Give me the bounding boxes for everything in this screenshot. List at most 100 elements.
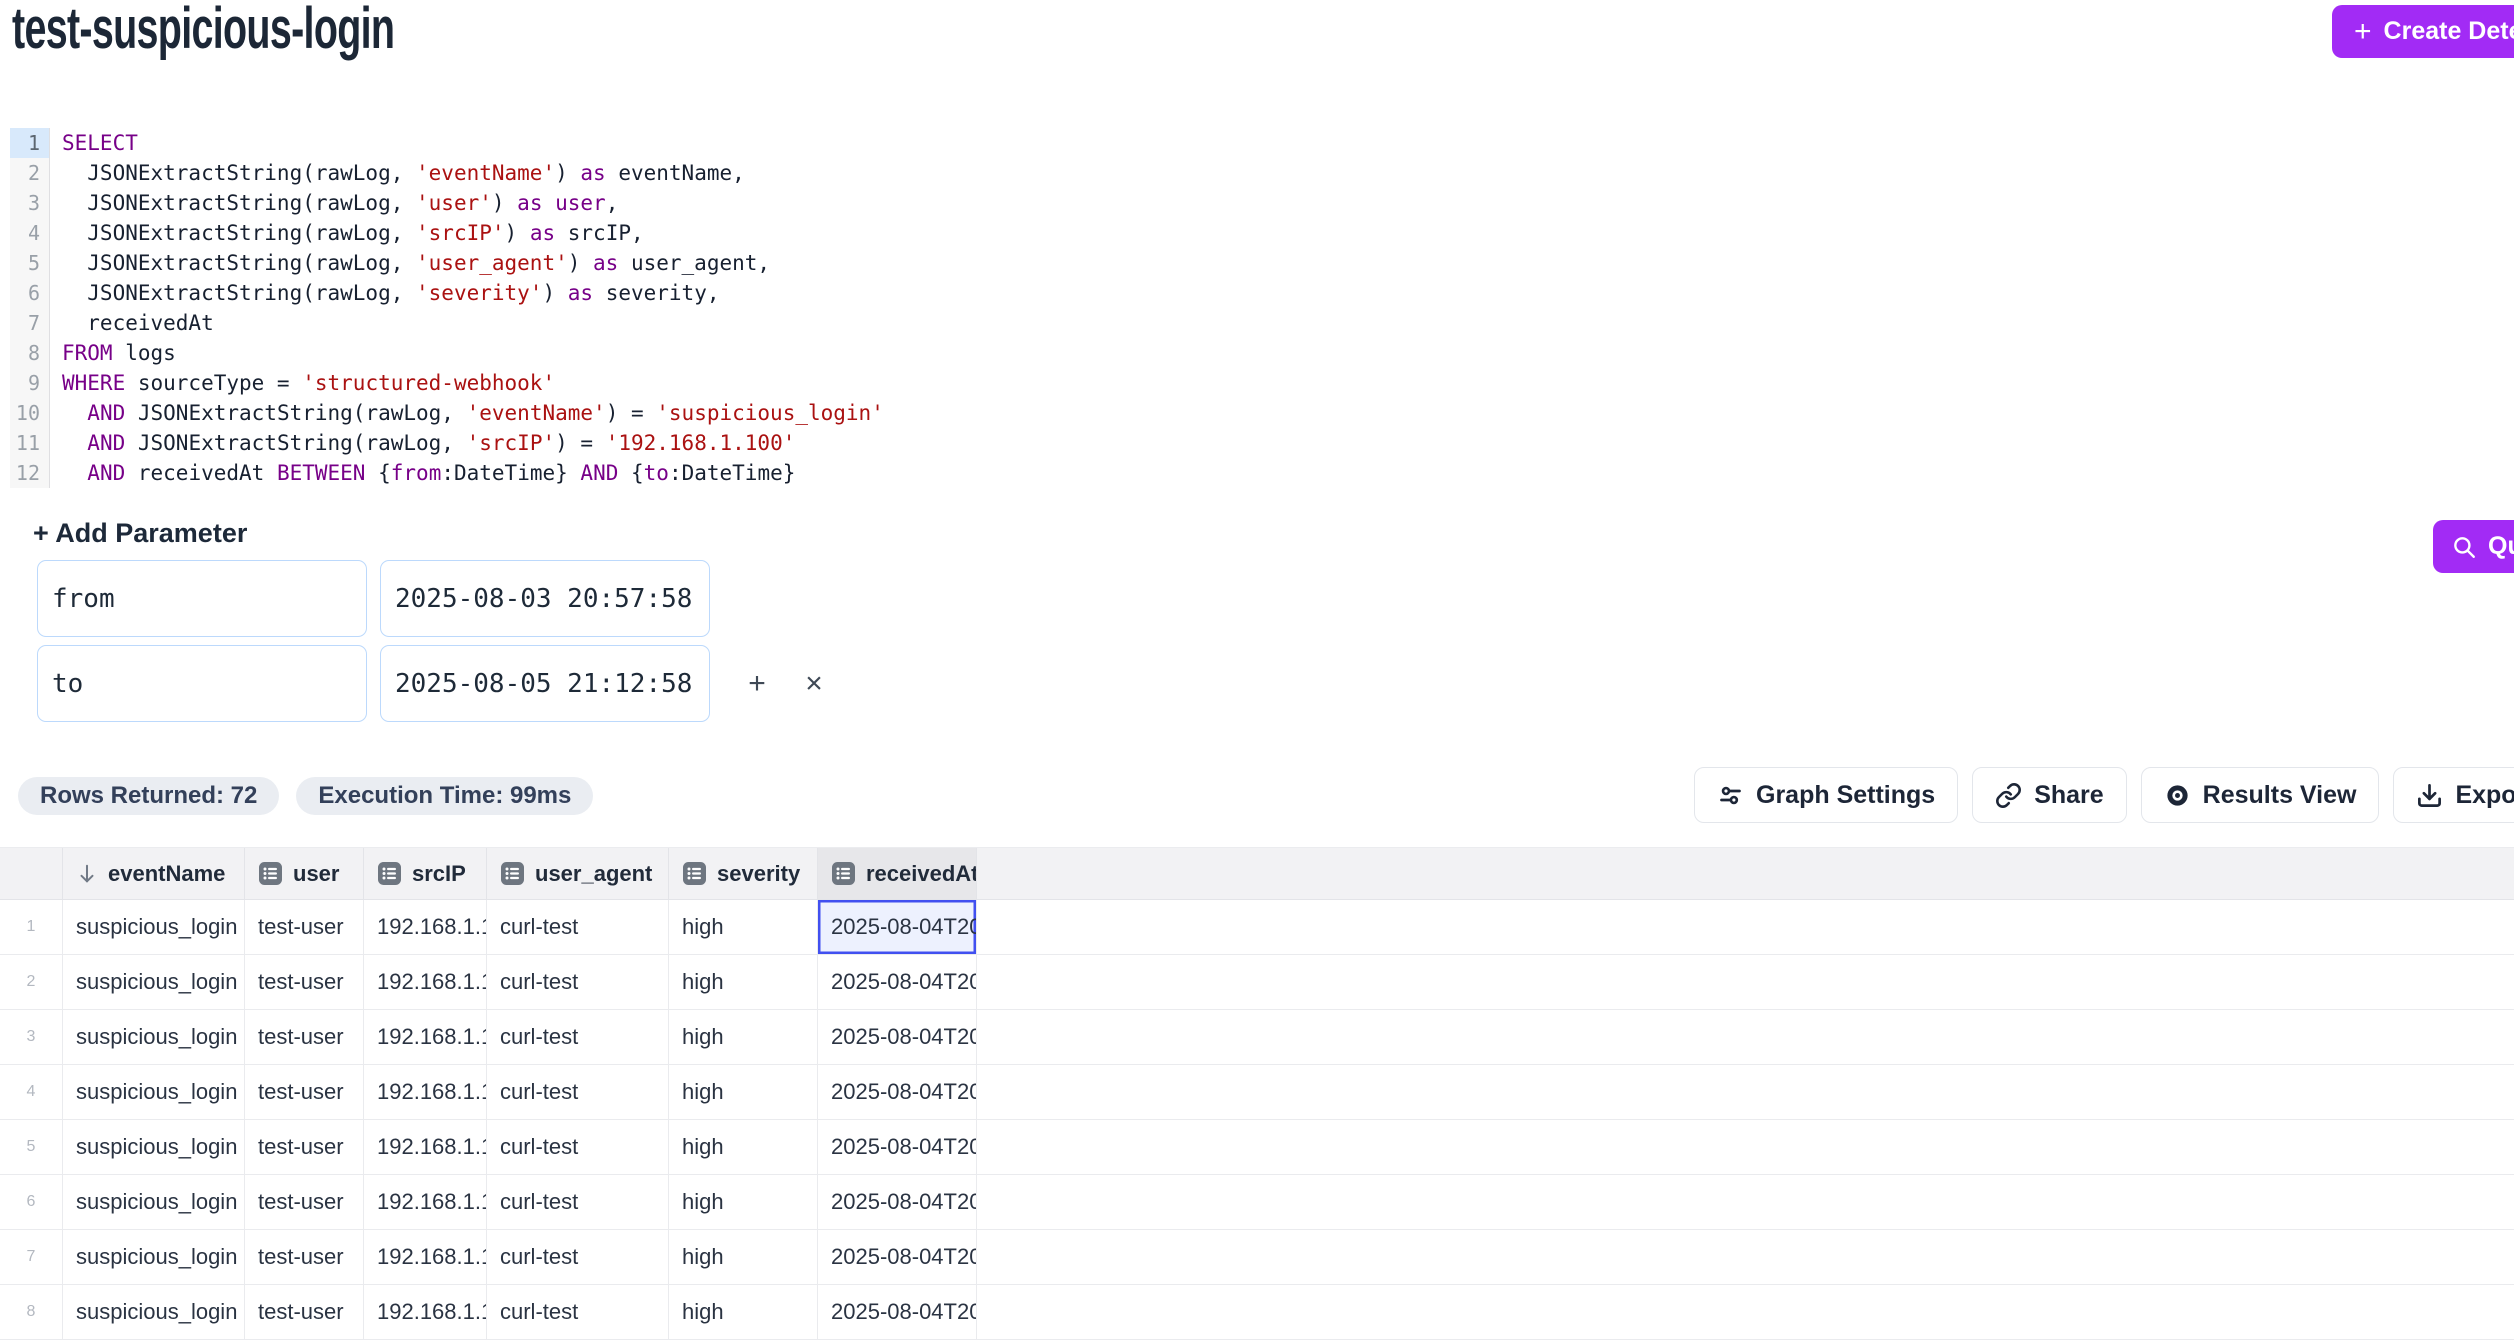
cell-user_agent[interactable]: curl-test [487,1120,669,1174]
cell-receivedAt[interactable]: 2025-08-04T20 [818,1120,977,1174]
cell-receivedAt-selected[interactable]: 2025-08-04T20 [818,900,977,954]
add-parameter-button[interactable]: + Add Parameter [33,518,247,549]
toolbar-button-graph-settings[interactable]: Graph Settings [1694,767,1958,823]
cell-srcIP[interactable]: 192.168.1.100 [364,1285,487,1339]
line-number: 7 [10,308,50,338]
cell-eventName[interactable]: suspicious_login [63,1120,245,1174]
cell-user[interactable]: test-user [245,1230,364,1284]
toolbar-button-label: Graph Settings [1756,781,1935,810]
cell-severity[interactable]: high [669,1230,818,1284]
column-header-receivedAt[interactable]: receivedAt [818,848,977,899]
cell-srcIP[interactable]: 192.168.1.100 [364,1120,487,1174]
table-header-filler [977,848,2514,899]
column-header-label: srcIP [412,861,466,887]
cell-receivedAt[interactable]: 2025-08-04T20 [818,1175,977,1229]
create-detection-button[interactable]: + Create Detection [2332,5,2514,58]
code-line: 7 receivedAt [10,308,2504,338]
parameter-value-input[interactable] [380,560,710,637]
row-number: 4 [0,1065,63,1119]
cell-user[interactable]: test-user [245,900,364,954]
cell-user_agent[interactable]: curl-test [487,1230,669,1284]
query-button[interactable]: Query [2433,520,2514,573]
cell-user_agent[interactable]: curl-test [487,1285,669,1339]
line-number: 2 [10,158,50,188]
parameter-name-input[interactable] [37,560,367,637]
column-header-eventName[interactable]: eventName [63,848,245,899]
code-line: 11 AND JSONExtractString(rawLog, 'srcIP'… [10,428,2504,458]
toolbar-button-label: Results View [2203,781,2357,810]
cell-severity[interactable]: high [669,955,818,1009]
sql-editor[interactable]: 1SELECT2 JSONExtractString(rawLog, 'even… [10,128,2504,488]
cell-severity[interactable]: high [669,1285,818,1339]
code-line: 10 AND JSONExtractString(rawLog, 'eventN… [10,398,2504,428]
cell-user_agent[interactable]: curl-test [487,1175,669,1229]
cell-user[interactable]: test-user [245,1120,364,1174]
code-text: JSONExtractString(rawLog, 'eventName') a… [50,158,745,188]
query-stats: Rows Returned: 72Execution Time: 99ms [18,777,593,815]
cell-severity[interactable]: high [669,1175,818,1229]
column-header-user_agent[interactable]: user_agent [487,848,669,899]
download-icon [2416,782,2443,809]
column-header-srcIP[interactable]: srcIP [364,848,487,899]
code-line: 12 AND receivedAt BETWEEN {from:DateTime… [10,458,2504,488]
line-number: 8 [10,338,50,368]
results-table: eventNameuser srcIP user_agentseverity rece… [0,847,2514,1340]
cell-receivedAt[interactable]: 2025-08-04T20 [818,1065,977,1119]
column-header-severity[interactable]: severity [669,848,818,899]
remove-parameter-row-button[interactable]: × [792,662,836,706]
cell-eventName[interactable]: suspicious_login [63,900,245,954]
cell-eventName[interactable]: suspicious_login [63,1285,245,1339]
cell-eventName[interactable]: suspicious_login [63,955,245,1009]
cell-user[interactable]: test-user [245,1175,364,1229]
cell-srcIP[interactable]: 192.168.1.100 [364,955,487,1009]
cell-receivedAt[interactable]: 2025-08-04T20 [818,1010,977,1064]
cell-user[interactable]: test-user [245,1285,364,1339]
cell-eventName[interactable]: suspicious_login [63,1230,245,1284]
cell-receivedAt[interactable]: 2025-08-04T20 [818,1285,977,1339]
cell-user_agent[interactable]: curl-test [487,1010,669,1064]
sort-desc-icon [76,861,98,887]
cell-user[interactable]: test-user [245,955,364,1009]
cell-srcIP[interactable]: 192.168.1.100 [364,1230,487,1284]
link-icon [1995,782,2022,809]
cell-eventName[interactable]: suspicious_login [63,1175,245,1229]
parameter-name-input[interactable] [37,645,367,722]
cell-severity[interactable]: high [669,1010,818,1064]
cell-user[interactable]: test-user [245,1010,364,1064]
cell-severity[interactable]: high [669,900,818,954]
cell-srcIP[interactable]: 192.168.1.100 [364,1175,487,1229]
stat-badge: Rows Returned: 72 [18,777,279,815]
cell-user_agent[interactable]: curl-test [487,1065,669,1119]
cell-srcIP[interactable]: 192.168.1.100 [364,1010,487,1064]
toolbar-button-share[interactable]: Share [1972,767,2126,823]
cell-srcIP[interactable]: 192.168.1.100 [364,1065,487,1119]
table-row: 3suspicious_logintest-user192.168.1.100c… [0,1010,2514,1065]
code-text: JSONExtractString(rawLog, 'severity') as… [50,278,719,308]
code-line: 5 JSONExtractString(rawLog, 'user_agent'… [10,248,2504,278]
code-text: SELECT [50,128,138,158]
code-line: 2 JSONExtractString(rawLog, 'eventName')… [10,158,2504,188]
table-row: 6suspicious_logintest-user192.168.1.100c… [0,1175,2514,1230]
cell-user_agent[interactable]: curl-test [487,955,669,1009]
add-parameter-row-button[interactable]: + [735,662,779,706]
toolbar-button-export[interactable]: Export [2393,767,2514,823]
cell-severity[interactable]: high [669,1120,818,1174]
cell-eventName[interactable]: suspicious_login [63,1010,245,1064]
code-text: AND JSONExtractString(rawLog, 'srcIP') =… [50,428,795,458]
column-header-user[interactable]: user [245,848,364,899]
cell-severity[interactable]: high [669,1065,818,1119]
row-number: 6 [0,1175,63,1229]
toolbar-button-label: Export [2455,781,2514,810]
cell-receivedAt[interactable]: 2025-08-04T20 [818,955,977,1009]
cell-eventName[interactable]: suspicious_login [63,1065,245,1119]
column-header-label: receivedAt [866,861,977,887]
parameter-value-input[interactable] [380,645,710,722]
cell-srcIP[interactable]: 192.168.1.100 [364,900,487,954]
cell-receivedAt[interactable]: 2025-08-04T20 [818,1230,977,1284]
create-detection-label: Create Detection [2384,17,2514,46]
cell-user[interactable]: test-user [245,1065,364,1119]
toolbar-button-results-view[interactable]: Results View [2141,767,2380,823]
table-row: 5suspicious_logintest-user192.168.1.100c… [0,1120,2514,1175]
cell-user_agent[interactable]: curl-test [487,900,669,954]
query-button-label: Query [2488,532,2514,561]
